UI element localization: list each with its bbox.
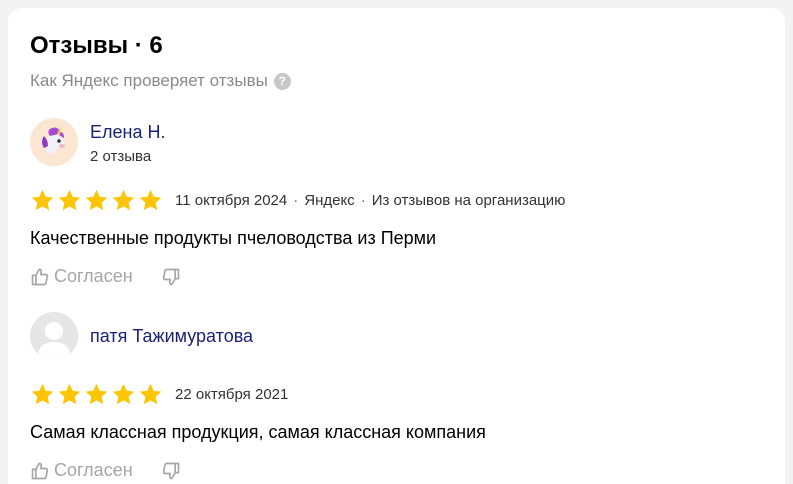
star-icon	[31, 383, 54, 405]
review-meta: 22 октября 2021	[175, 386, 288, 403]
star-icon	[31, 189, 54, 211]
star-icon	[58, 189, 81, 211]
reviews-title: Отзывы · 6	[30, 32, 163, 59]
thumbs-up-icon	[31, 462, 49, 479]
star-icon	[112, 383, 135, 405]
star-icon	[139, 383, 162, 405]
default-user-avatar-icon[interactable]	[30, 312, 78, 360]
review-actions: Согласен	[30, 266, 181, 287]
thumbs-down-icon	[162, 268, 179, 285]
author-name[interactable]: патя Тажимуратова	[90, 326, 253, 347]
thumbs-down-icon	[162, 462, 179, 479]
review-text: Самая классная продукция, самая классная…	[30, 422, 486, 442]
reviews-card: Отзывы · 6 Как Яндекс проверяет отзывы ?…	[8, 8, 785, 484]
agree-label: Согласен	[54, 460, 133, 480]
star-rating	[30, 382, 163, 407]
review-date: 11 октября 2024	[175, 192, 288, 209]
disagree-button[interactable]	[161, 461, 181, 481]
review-meta: 11 октября 2024 · Яндекс · Из отзывов на…	[175, 192, 565, 209]
verification-link-label: Как Яндекс проверяет отзывы	[30, 71, 268, 90]
agree-button[interactable]: Согласен	[30, 460, 133, 481]
star-rating	[30, 188, 163, 213]
author-review-count: 2 отзыва	[90, 148, 152, 165]
verification-link[interactable]: Как Яндекс проверяет отзывы ?	[30, 71, 291, 91]
star-icon	[139, 189, 162, 211]
review-item: Елена Н. 2 отзыва 11 октября 2024 · Янде…	[30, 118, 770, 288]
review-actions: Согласен	[30, 460, 181, 481]
author-name[interactable]: Елена Н.	[90, 122, 165, 143]
agree-label: Согласен	[54, 266, 133, 286]
separator-dot: ·	[360, 192, 366, 209]
rating-row: 22 октября 2021	[30, 382, 288, 407]
star-icon	[85, 383, 108, 405]
rating-row: 11 октября 2024 · Яндекс · Из отзывов на…	[30, 188, 565, 213]
review-date: 22 октября 2021	[175, 386, 289, 403]
star-icon	[58, 383, 81, 405]
review-text: Качественные продукты пчеловодства из Пе…	[30, 228, 437, 248]
unicorn-avatar-icon[interactable]	[30, 118, 78, 166]
review-source: Яндекс	[304, 192, 355, 209]
review-item: патя Тажимуратова 22 октября 2021 Самая …	[30, 312, 770, 482]
thumbs-up-icon	[31, 268, 49, 285]
star-icon	[112, 189, 135, 211]
separator-dot: ·	[293, 192, 299, 209]
review-context: Из отзывов на организацию	[371, 192, 566, 209]
agree-button[interactable]: Согласен	[30, 266, 133, 287]
disagree-button[interactable]	[161, 267, 181, 287]
help-icon[interactable]: ?	[273, 72, 291, 90]
star-icon	[85, 189, 108, 211]
